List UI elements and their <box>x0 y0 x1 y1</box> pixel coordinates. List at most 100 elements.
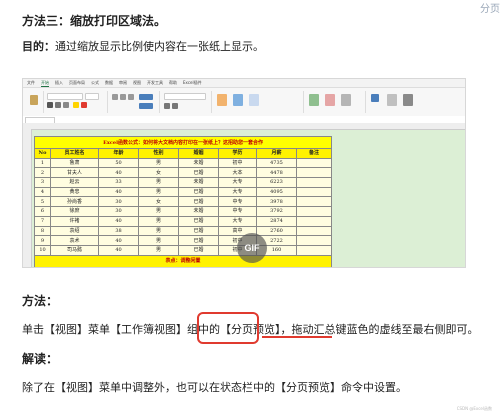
table-cell[interactable]: 10 <box>34 244 51 256</box>
table-cell[interactable]: 2 <box>34 167 51 179</box>
table-cell[interactable]: 6223 <box>256 177 297 188</box>
table-cell[interactable] <box>295 235 333 246</box>
table-cell[interactable]: 7 <box>34 215 51 227</box>
table-cell[interactable]: 孙尚香 <box>50 196 99 208</box>
table-cell[interactable]: 已婚 <box>178 235 219 246</box>
table-format-icon[interactable] <box>233 94 243 106</box>
table-cell[interactable]: 40 <box>98 167 139 179</box>
conditional-format-icon[interactable] <box>217 94 227 106</box>
table-cell[interactable]: 黄忠 <box>50 186 99 198</box>
table-cell[interactable] <box>295 244 333 256</box>
table-cell[interactable]: 袁绍 <box>50 225 99 237</box>
format-cells-icon[interactable] <box>341 94 351 106</box>
font-size-field[interactable] <box>85 93 99 100</box>
delete-cells-icon[interactable] <box>325 94 335 106</box>
ribbon-tab[interactable]: 插入 <box>55 80 63 86</box>
table-cell[interactable]: 2760 <box>256 225 297 237</box>
ribbon-tab[interactable]: 数据 <box>105 80 113 86</box>
table-cell[interactable]: 40 <box>98 244 139 256</box>
table-cell[interactable]: 鲁肃 <box>50 157 99 169</box>
table-cell[interactable]: 已婚 <box>178 244 219 256</box>
table-cell[interactable]: 大专 <box>218 215 257 227</box>
table-cell[interactable]: 已婚 <box>178 196 219 208</box>
table-cell[interactable]: 男 <box>138 244 179 256</box>
ribbon-tab[interactable]: 开发工具 <box>147 80 163 86</box>
table-cell[interactable]: 袁术 <box>50 235 99 246</box>
table-cell[interactable]: 甘夫人 <box>50 167 99 179</box>
table-cell[interactable]: 3 <box>34 177 51 188</box>
table-cell[interactable]: 徐庶 <box>50 206 99 217</box>
table-cell[interactable]: 大专 <box>218 186 257 198</box>
table-cell[interactable]: 男 <box>138 235 179 246</box>
table-cell[interactable] <box>295 157 333 169</box>
ribbon-tab[interactable]: 开始 <box>41 80 49 87</box>
table-cell[interactable]: 赵云 <box>50 177 99 188</box>
ribbon-tab[interactable]: Excel插件 <box>183 80 202 86</box>
table-cell[interactable]: 1 <box>34 157 51 169</box>
table-cell[interactable]: 许褚 <box>50 215 99 227</box>
table-cell[interactable]: 4095 <box>256 186 297 198</box>
table-cell[interactable]: 已婚 <box>178 167 219 179</box>
find-select-icon[interactable] <box>403 94 413 106</box>
table-cell[interactable]: 未婚 <box>178 157 219 169</box>
table-cell[interactable] <box>295 196 333 208</box>
table-cell[interactable]: 2874 <box>256 215 297 227</box>
table-cell[interactable]: 男 <box>138 177 179 188</box>
table-cell[interactable]: 未婚 <box>178 206 219 217</box>
comma-icon[interactable] <box>172 103 178 109</box>
gif-badge[interactable]: GIF <box>237 233 267 263</box>
ribbon-tab[interactable]: 公式 <box>91 80 99 86</box>
table-cell[interactable]: 50 <box>98 157 139 169</box>
table-cell[interactable]: 男 <box>138 215 179 227</box>
bold-icon[interactable] <box>47 102 53 108</box>
table-cell[interactable]: 40 <box>98 235 139 246</box>
table-cell[interactable] <box>295 186 333 198</box>
align-left-icon[interactable] <box>112 94 118 100</box>
table-cell[interactable]: 30 <box>98 196 139 208</box>
table-cell[interactable]: 3792 <box>256 206 297 217</box>
number-format-field[interactable] <box>164 93 206 100</box>
table-cell[interactable] <box>295 177 333 188</box>
ribbon-tab[interactable]: 帮助 <box>169 80 177 86</box>
table-cell[interactable]: 已婚 <box>178 186 219 198</box>
ribbon-tab[interactable]: 审阅 <box>119 80 127 86</box>
table-cell[interactable]: 4735 <box>256 157 297 169</box>
table-cell[interactable] <box>295 167 333 179</box>
table-cell[interactable]: 男 <box>138 157 179 169</box>
table-cell[interactable]: 女 <box>138 196 179 208</box>
table-cell[interactable]: 男 <box>138 225 179 237</box>
table-cell[interactable]: 女 <box>138 167 179 179</box>
table-cell[interactable]: 33 <box>98 177 139 188</box>
table-cell[interactable]: 6 <box>34 206 51 217</box>
table-cell[interactable] <box>295 206 333 217</box>
table-cell[interactable]: 已婚 <box>178 225 219 237</box>
table-cell[interactable]: 男 <box>138 186 179 198</box>
table-cell[interactable]: 初中 <box>218 157 257 169</box>
table-cell[interactable]: 9 <box>34 235 51 246</box>
table-cell[interactable]: 4 <box>34 186 51 198</box>
underline-icon[interactable] <box>63 102 69 108</box>
sum-icon[interactable] <box>371 94 379 102</box>
cell-styles-icon[interactable] <box>249 94 259 106</box>
table-cell[interactable]: 5 <box>34 196 51 208</box>
table-cell[interactable]: 40 <box>98 186 139 198</box>
table-cell[interactable]: 已婚 <box>178 215 219 227</box>
table-cell[interactable]: 38 <box>98 225 139 237</box>
table-cell[interactable]: 未婚 <box>178 177 219 188</box>
table-cell[interactable]: 30 <box>98 206 139 217</box>
table-cell[interactable] <box>295 225 333 237</box>
table-cell[interactable]: 8 <box>34 225 51 237</box>
font-name-field[interactable] <box>47 93 83 100</box>
table-cell[interactable]: 大专 <box>218 177 257 188</box>
wrap-text-icon[interactable] <box>139 94 153 100</box>
table-cell[interactable]: 司马懿 <box>50 244 99 256</box>
percent-icon[interactable] <box>164 103 170 109</box>
ribbon-tab[interactable]: 视图 <box>133 80 141 86</box>
italic-icon[interactable] <box>55 102 61 108</box>
table-cell[interactable] <box>295 215 333 227</box>
align-center-icon[interactable] <box>120 94 126 100</box>
table-cell[interactable]: 中专 <box>218 206 257 217</box>
align-right-icon[interactable] <box>128 94 134 100</box>
table-cell[interactable]: 4478 <box>256 167 297 179</box>
font-color-icon[interactable] <box>81 102 87 108</box>
